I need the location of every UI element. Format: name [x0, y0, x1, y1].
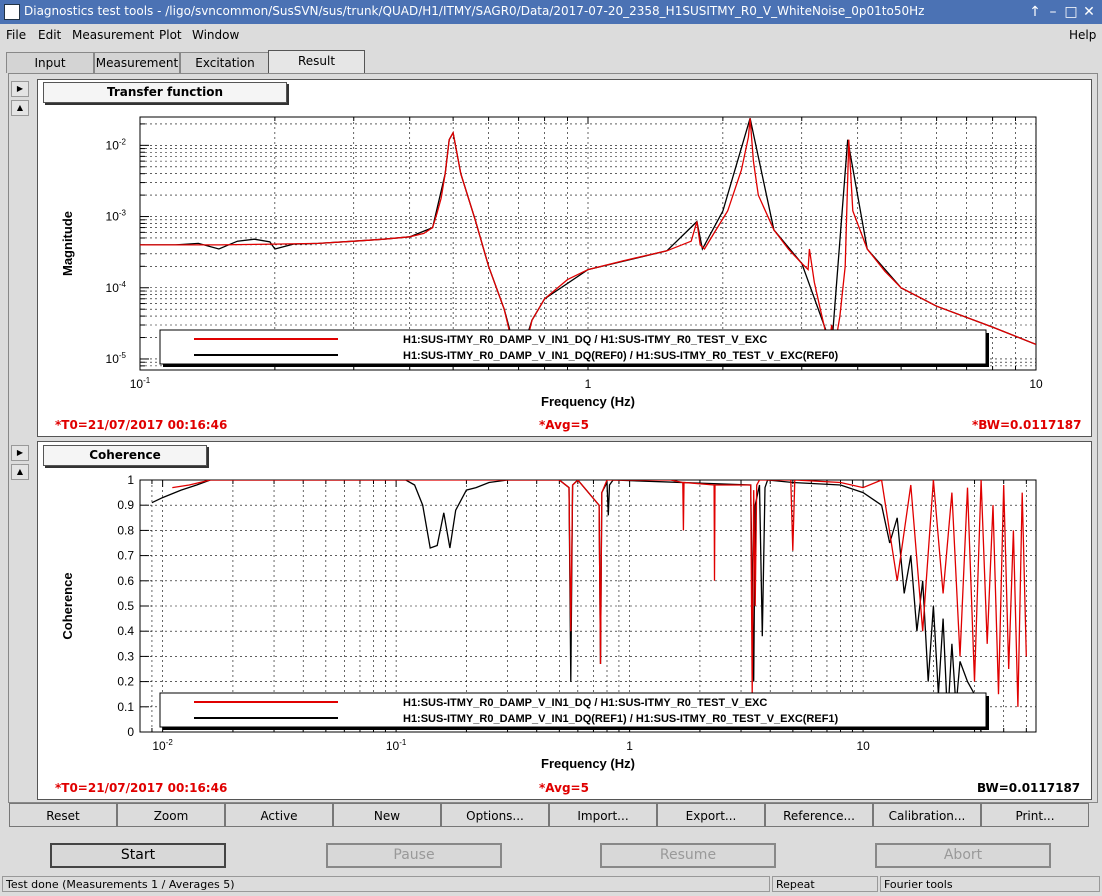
tab-input[interactable]: Input — [6, 52, 94, 73]
x-axis-label: Frequency (Hz) — [541, 756, 635, 771]
y-tick-label: 0.9 — [117, 498, 134, 512]
x-tick-label: 10 — [856, 739, 870, 753]
bw-status: BW=0.0117187 — [977, 781, 1081, 795]
calibration-button[interactable]: Calibration... — [873, 803, 981, 827]
menu-bar: File Edit Measurement Plot Window Help — [0, 24, 1102, 46]
maximize-button[interactable]: □ — [1062, 3, 1080, 21]
collapse-arrow-icon[interactable]: ▲ — [11, 464, 29, 480]
minimize-button[interactable]: – — [1044, 3, 1062, 21]
zoom-button[interactable]: Zoom — [117, 803, 225, 827]
resume-button[interactable]: Resume — [600, 843, 776, 868]
reset-button[interactable]: Reset — [9, 803, 117, 827]
y-tick-label: 0.8 — [117, 523, 134, 537]
menu-help[interactable]: Help — [1069, 28, 1096, 42]
menu-measurement[interactable]: Measurement — [72, 28, 154, 42]
coherence-panel: 10-2 10-1 1 10 0 0.1 0.2 0.3 0.4 0.5 0.6 0.7 0.8 0.9 1… — [37, 441, 1092, 800]
legend-label: H1:SUS-ITMY_R0_DAMP_V_IN1_DQ / H1:SUS-IT… — [403, 697, 767, 709]
y-tick-label: 1 — [127, 473, 134, 487]
app-icon — [4, 4, 20, 20]
avg-status: *Avg=5 — [539, 418, 589, 432]
menu-edit[interactable]: Edit — [38, 28, 61, 42]
avg-status: *Avg=5 — [539, 781, 589, 795]
y-tick-label: 10-3 — [106, 209, 127, 224]
tab-result[interactable]: Result — [268, 50, 365, 74]
x-tick-label: 10-1 — [386, 738, 407, 753]
status-bar: Test done (Measurements 1 / Averages 5) … — [0, 874, 1102, 896]
tab-measurement[interactable]: Measurement — [94, 52, 180, 73]
panel-label[interactable]: Coherence — [43, 445, 207, 466]
y-tick-label: 0.5 — [117, 599, 134, 613]
y-axis-label: Magnitude — [60, 211, 75, 276]
expand-arrow-icon[interactable]: ▶ — [11, 445, 29, 461]
x-tick-label: 10 — [1029, 377, 1043, 391]
x-tick-label: 1 — [585, 377, 592, 391]
panel-label[interactable]: Transfer function — [43, 82, 287, 103]
shade-window-button[interactable]: ↑ — [1026, 3, 1044, 21]
menu-window[interactable]: Window — [192, 28, 239, 42]
expand-arrow-icon[interactable]: ▶ — [11, 81, 29, 97]
import-button[interactable]: Import... — [549, 803, 657, 827]
options-button[interactable]: Options... — [441, 803, 549, 827]
coherence-chart[interactable]: 10-2 10-1 1 10 0 0.1 0.2 0.3 0.4 0.5 0.6 0.7 0.8 0.9 1… — [38, 442, 1091, 799]
y-tick-label: 0.4 — [117, 624, 134, 638]
transfer-function-panel: 10-1 1 10 10-5 10-4 10-3 10-2 Frequency (Hz) Mag… — [37, 79, 1092, 437]
t0-status: *T0=21/07/2017 00:16:46 — [55, 781, 228, 795]
title-bar[interactable]: Diagnostics test tools - /ligo/svncommon… — [0, 0, 1102, 24]
y-tick-label: 0.7 — [117, 549, 134, 563]
reference-button[interactable]: Reference... — [765, 803, 873, 827]
x-tick-label: 10-1 — [130, 376, 151, 391]
y-tick-label: 0.2 — [117, 675, 134, 689]
tab-bar: Input Measurement Excitation Result — [0, 50, 1102, 74]
tab-excitation[interactable]: Excitation — [180, 52, 270, 73]
y-tick-label: 0.1 — [117, 700, 134, 714]
legend-label: H1:SUS-ITMY_R0_DAMP_V_IN1_DQ(REF0) / H1:… — [403, 350, 839, 362]
y-tick-label: 0.6 — [117, 574, 134, 588]
x-tick-label: 1 — [626, 739, 633, 753]
y-tick-label: 10-4 — [106, 280, 127, 295]
window-title: Diagnostics test tools - /ligo/svncommon… — [24, 4, 925, 18]
y-tick-label: 10-2 — [106, 137, 127, 152]
menu-plot[interactable]: Plot — [159, 28, 182, 42]
t0-status: *T0=21/07/2017 00:16:46 — [55, 418, 228, 432]
y-axis-label: Coherence — [60, 572, 75, 639]
bw-status: *BW=0.0117187 — [972, 418, 1082, 432]
export-button[interactable]: Export... — [657, 803, 765, 827]
status-tool: Fourier tools — [880, 876, 1100, 892]
legend-label: H1:SUS-ITMY_R0_DAMP_V_IN1_DQ(REF1) / H1:… — [403, 713, 839, 725]
status-repeat: Repeat — [772, 876, 878, 892]
y-tick-label: 0 — [127, 725, 134, 739]
new-button[interactable]: New — [333, 803, 441, 827]
transfer-function-chart[interactable]: 10-1 1 10 10-5 10-4 10-3 10-2 Frequency (Hz) Mag… — [38, 80, 1091, 436]
status-message: Test done (Measurements 1 / Averages 5) — [2, 876, 770, 892]
x-axis-label: Frequency (Hz) — [541, 394, 635, 409]
start-button[interactable]: Start — [50, 843, 226, 868]
abort-button[interactable]: Abort — [875, 843, 1051, 868]
legend-label: H1:SUS-ITMY_R0_DAMP_V_IN1_DQ / H1:SUS-IT… — [403, 334, 767, 346]
close-button[interactable]: ✕ — [1080, 3, 1098, 21]
pause-button[interactable]: Pause — [326, 843, 502, 868]
y-tick-label: 0.3 — [117, 649, 134, 663]
active-button[interactable]: Active — [225, 803, 333, 827]
x-tick-label: 10-2 — [152, 738, 173, 753]
print-button[interactable]: Print... — [981, 803, 1089, 827]
menu-file[interactable]: File — [6, 28, 26, 42]
collapse-arrow-icon[interactable]: ▲ — [11, 100, 29, 116]
y-tick-label: 10-5 — [106, 351, 127, 366]
